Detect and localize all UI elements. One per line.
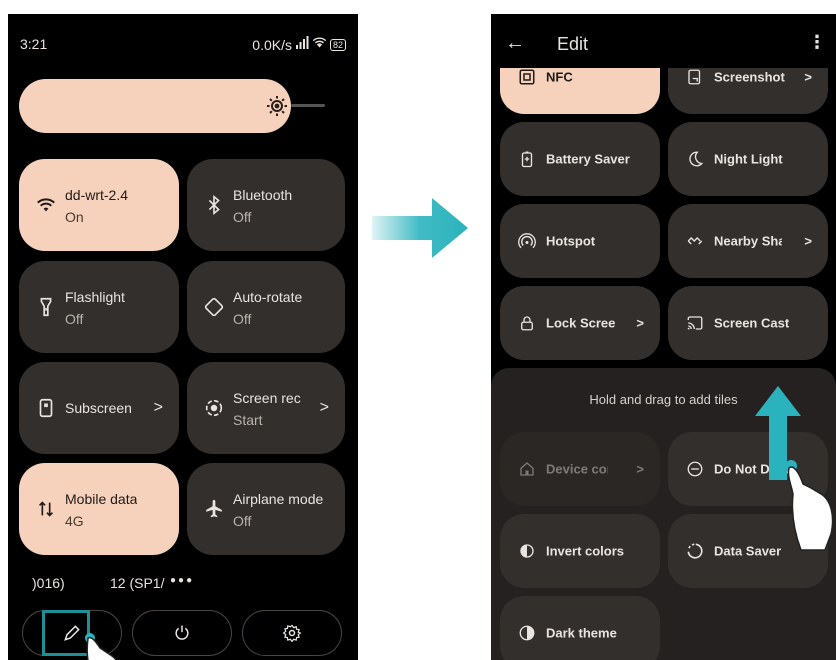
brightness-slider[interactable] [19, 79, 291, 133]
tile-chevron: > [804, 69, 812, 85]
signal-icon [295, 36, 309, 54]
status-bar-right: 0.0K/s 82 [252, 36, 346, 54]
tile-device-controls[interactable]: Device con > [500, 432, 660, 506]
tile-screen-cast[interactable]: Screen Cast [668, 286, 828, 360]
tile-label: Screen Cast [714, 315, 790, 331]
tile-screen-record[interactable]: Screen rec Start > [187, 362, 345, 454]
tile-lock-screen[interactable]: Lock Scree > [500, 286, 660, 360]
wifi-status-icon [312, 36, 327, 54]
tile-subtitle: Off [233, 311, 252, 327]
pointing-hand-icon [85, 633, 117, 660]
tile-chevron: > [319, 399, 329, 416]
tile-label: NFC [546, 69, 573, 85]
tile-label: Device con [546, 461, 608, 477]
tile-dark-theme[interactable]: Dark theme [500, 596, 660, 660]
tile-subtitle: On [65, 209, 84, 225]
page-indicator: ●●● [170, 575, 195, 586]
device-controls-icon [518, 460, 536, 478]
build-info-right: 12 (SP1/ [110, 575, 165, 591]
bluetooth-icon [203, 194, 225, 216]
gear-icon [282, 624, 302, 643]
status-time: 3:21 [20, 36, 48, 52]
tile-chevron: > [804, 233, 812, 249]
tile-title: dd-wrt-2.4 [65, 187, 129, 203]
tile-wifi[interactable]: dd-wrt-2.4 On [19, 159, 179, 251]
invert-colors-icon [518, 542, 536, 560]
tile-subtitle: Off [233, 513, 252, 529]
tile-title: Bluetooth [233, 187, 293, 203]
tile-title: Flashlight [65, 289, 125, 305]
tile-label: Dark theme [546, 625, 617, 641]
tile-label: Invert colors [546, 543, 625, 559]
edit-tiles-screen: ← Edit ⋮ NFC Screenshot > Battery Saver … [491, 14, 836, 660]
pointing-hand-icon [785, 460, 834, 551]
tile-auto-rotate[interactable]: Auto-rotate Off [187, 261, 345, 353]
tile-label: Hotspot [546, 233, 596, 249]
tile-label: Battery Saver [546, 151, 630, 167]
tile-title: Mobile data [65, 491, 138, 507]
back-arrow-icon[interactable]: ← [505, 32, 525, 55]
tile-subtitle: Start [233, 412, 263, 428]
page-title: Edit [557, 34, 589, 54]
tile-label: Night Light [714, 151, 783, 167]
tile-label: Lock Scree [546, 315, 616, 331]
tile-label: Nearby Sha [714, 233, 782, 249]
quick-settings-panel: 3:21 0.0K/s 82 dd-wrt-2.4 On Bluetooth O… [8, 14, 358, 660]
tile-title: Auto-rotate [233, 289, 303, 305]
battery-saver-icon [518, 150, 536, 168]
tile-chevron: > [636, 315, 644, 331]
screen-cast-icon [686, 314, 704, 332]
tile-title: Subscreen [65, 400, 132, 416]
tile-subtitle: Off [65, 311, 84, 327]
nearby-share-icon [686, 232, 704, 250]
tile-invert-colors[interactable]: Invert colors [500, 514, 660, 588]
flashlight-icon [35, 296, 57, 318]
mobile-data-icon [35, 498, 57, 520]
brightness-icon [265, 94, 289, 118]
dark-theme-icon [518, 624, 536, 642]
power-icon [175, 625, 189, 640]
lock-icon [518, 314, 536, 332]
battery-icon: 82 [329, 39, 346, 51]
more-vert-icon[interactable]: ⋮ [808, 32, 826, 53]
tile-label: Screenshot [714, 69, 785, 85]
tile-airplane[interactable]: Airplane mode Off [187, 463, 345, 555]
active-tiles-area: NFC Screenshot > Battery Saver Night Lig… [491, 68, 836, 368]
build-info-left: )016) [32, 575, 65, 591]
power-button[interactable] [132, 610, 232, 656]
tile-screenshot[interactable]: Screenshot > [668, 68, 828, 114]
settings-button[interactable] [242, 610, 342, 656]
subscreen-icon [35, 397, 57, 419]
tile-subscreen[interactable]: Subscreen > [19, 362, 179, 454]
tile-chevron: > [153, 399, 163, 416]
nfc-icon [518, 68, 536, 86]
tile-battery-saver[interactable]: Battery Saver [500, 122, 660, 196]
tile-label: Data Saver [714, 543, 782, 559]
tile-flashlight[interactable]: Flashlight Off [19, 261, 179, 353]
data-saver-icon [686, 542, 704, 560]
network-speed: 0.0K/s [252, 37, 292, 53]
tile-title: Screen rec [233, 390, 301, 406]
wifi-icon [35, 194, 57, 216]
transition-arrow-icon [372, 198, 468, 258]
tile-nearby-share[interactable]: Nearby Sha > [668, 204, 828, 278]
tile-bluetooth[interactable]: Bluetooth Off [187, 159, 345, 251]
night-light-icon [686, 150, 704, 168]
tile-title: Airplane mode [233, 491, 324, 507]
screen-record-icon [203, 397, 225, 419]
screenshot-icon [686, 68, 704, 86]
tile-night-light[interactable]: Night Light [668, 122, 828, 196]
airplane-icon [203, 498, 225, 520]
do-not-disturb-icon [686, 460, 704, 478]
tile-nfc[interactable]: NFC [500, 68, 660, 114]
hotspot-icon [518, 232, 536, 250]
tile-mobile-data[interactable]: Mobile data 4G [19, 463, 179, 555]
brightness-track[interactable] [291, 104, 325, 107]
auto-rotate-icon [203, 296, 225, 318]
tile-hotspot[interactable]: Hotspot [500, 204, 660, 278]
tile-subtitle: 4G [65, 513, 84, 529]
tile-chevron: > [636, 461, 644, 477]
tile-subtitle: Off [233, 209, 252, 225]
